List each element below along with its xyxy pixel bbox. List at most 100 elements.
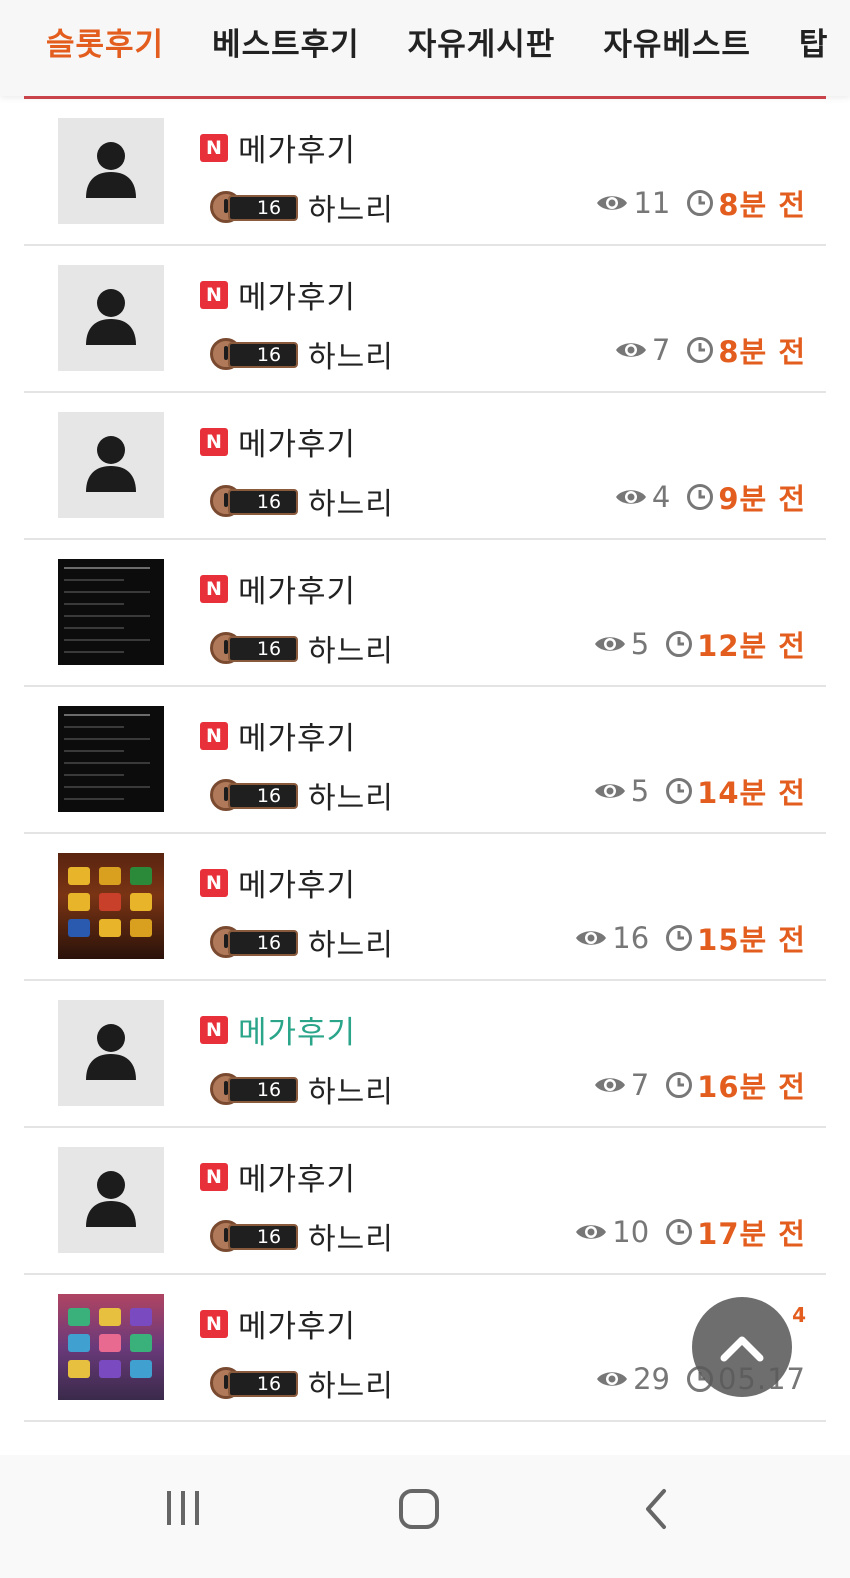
scroll-top-button[interactable] (692, 1297, 792, 1397)
post-title[interactable]: 메가후기 (238, 125, 356, 170)
level-badge: 16 (210, 630, 298, 666)
author-name[interactable]: 하느리 (308, 185, 394, 229)
post-title-line: N 메가후기 (200, 272, 356, 317)
post-title[interactable]: 메가후기 (238, 713, 356, 758)
post-title-line: N 메가후기 (200, 1154, 356, 1199)
clock-icon (687, 484, 714, 510)
post-thumbnail[interactable] (58, 1000, 164, 1106)
recent-apps-icon (167, 1491, 199, 1525)
post-thumbnail[interactable] (58, 559, 164, 665)
post-stats: 5 14분 전 (593, 770, 806, 812)
new-badge: N (200, 721, 228, 750)
level-number: 16 (228, 783, 298, 809)
tab-top[interactable]: 탑 (799, 22, 829, 68)
back-button[interactable] (640, 1487, 670, 1535)
level-number: 16 (228, 636, 298, 662)
post-meta: 16 하느리 (210, 773, 394, 817)
view-count: 29 (595, 1362, 670, 1396)
new-badge: N (200, 1162, 228, 1191)
recent-apps-button[interactable] (163, 1487, 203, 1533)
post-row[interactable]: N 메가후기 16 하느리 7 8분 전 (24, 246, 826, 393)
post-stats: 4 9분 전 (614, 479, 806, 516)
user-placeholder-icon (86, 1171, 136, 1227)
system-nav-bar (0, 1455, 850, 1578)
author-name[interactable]: 하느리 (308, 1067, 394, 1111)
author-name[interactable]: 하느리 (308, 626, 394, 670)
post-title[interactable]: 메가후기 (238, 1301, 356, 1346)
new-badge: N (200, 1309, 228, 1338)
level-badge: 16 (210, 1071, 298, 1107)
post-row[interactable]: N 메가후기 16 하느리 11 8분 전 (24, 99, 826, 246)
post-title[interactable]: 메가후기 (238, 1154, 356, 1199)
post-title-line: N 메가후기 (200, 1007, 356, 1052)
post-time-value: 17분 전 (697, 1217, 806, 1251)
post-title-line: N 메가후기 (200, 1301, 356, 1346)
view-count-value: 4 (651, 480, 671, 514)
post-stats: 11 8분 전 (595, 185, 806, 222)
author-name[interactable]: 하느리 (308, 1361, 394, 1405)
tab-slot-review[interactable]: 슬롯후기 (46, 22, 164, 68)
eye-icon (597, 1372, 628, 1386)
new-badge: N (200, 574, 228, 603)
eye-icon (576, 931, 607, 945)
post-meta: 16 하느리 (210, 1361, 394, 1405)
post-row[interactable]: N 메가후기 16 하느리 5 14분 전 (24, 687, 826, 834)
home-button[interactable] (397, 1487, 441, 1535)
post-stats: 7 16분 전 (593, 1067, 806, 1104)
post-thumbnail[interactable] (58, 118, 164, 224)
post-meta: 16 하느리 (210, 479, 394, 523)
post-thumbnail[interactable] (58, 706, 164, 812)
post-time: 17분 전 (665, 1211, 806, 1253)
level-badge: 16 (210, 777, 298, 813)
post-meta: 16 하느리 (210, 626, 394, 670)
author-name[interactable]: 하느리 (308, 479, 394, 523)
author-name[interactable]: 하느리 (308, 773, 394, 817)
post-thumbnail[interactable] (58, 1147, 164, 1253)
post-thumbnail[interactable] (58, 1294, 164, 1400)
post-row[interactable]: N 메가후기 16 하느리 4 9분 전 (24, 393, 826, 540)
new-badge: N (200, 427, 228, 456)
view-count: 5 (593, 774, 649, 808)
tab-free-board[interactable]: 자유게시판 (408, 22, 556, 68)
post-title[interactable]: 메가후기 (238, 1007, 356, 1052)
level-badge: 16 (210, 1218, 298, 1254)
post-time-value: 8분 전 (718, 335, 806, 369)
post-title[interactable]: 메가후기 (238, 419, 356, 464)
view-count-value: 7 (630, 1068, 650, 1102)
post-time-value: 9분 전 (718, 482, 806, 516)
post-row[interactable]: N 메가후기 16 하느리 5 12분 전 (24, 540, 826, 687)
level-number: 16 (228, 1371, 298, 1397)
view-count: 7 (593, 1068, 649, 1102)
author-name[interactable]: 하느리 (308, 1214, 394, 1258)
view-count-value: 11 (633, 186, 671, 220)
clock-icon (687, 190, 714, 216)
author-name[interactable]: 하느리 (308, 920, 394, 964)
post-title[interactable]: 메가후기 (238, 272, 356, 317)
post-thumbnail[interactable] (58, 853, 164, 959)
post-row[interactable]: N 메가후기 16 하느리 10 17분 전 (24, 1128, 826, 1275)
clock-icon (666, 778, 693, 804)
post-row[interactable]: N 메가후기 16 하느리 16 15분 전 (24, 834, 826, 981)
post-time: 8분 전 (686, 329, 806, 371)
post-thumbnail[interactable] (58, 265, 164, 371)
post-row[interactable]: N 메가후기 16 하느리 7 16분 전 (24, 981, 826, 1128)
level-number: 16 (228, 930, 298, 956)
post-title[interactable]: 메가후기 (238, 860, 356, 905)
clock-icon (666, 1072, 693, 1098)
post-title[interactable]: 메가후기 (238, 566, 356, 611)
post-thumbnail[interactable] (58, 412, 164, 518)
post-meta: 16 하느리 (210, 1067, 394, 1111)
level-badge: 16 (210, 189, 298, 225)
post-time-value: 8분 전 (718, 188, 806, 222)
post-time: 14분 전 (665, 770, 806, 812)
post-time-value: 12분 전 (697, 629, 806, 663)
view-count: 4 (614, 480, 670, 514)
view-count: 11 (595, 186, 670, 220)
level-number: 16 (228, 195, 298, 221)
post-stats: 16 15분 전 (574, 920, 806, 957)
tab-best-review[interactable]: 베스트후기 (212, 22, 360, 68)
tab-free-best[interactable]: 자유베스트 (603, 22, 751, 68)
author-name[interactable]: 하느리 (308, 332, 394, 376)
view-count: 5 (593, 627, 649, 661)
comment-count: 4 (792, 1303, 806, 1327)
